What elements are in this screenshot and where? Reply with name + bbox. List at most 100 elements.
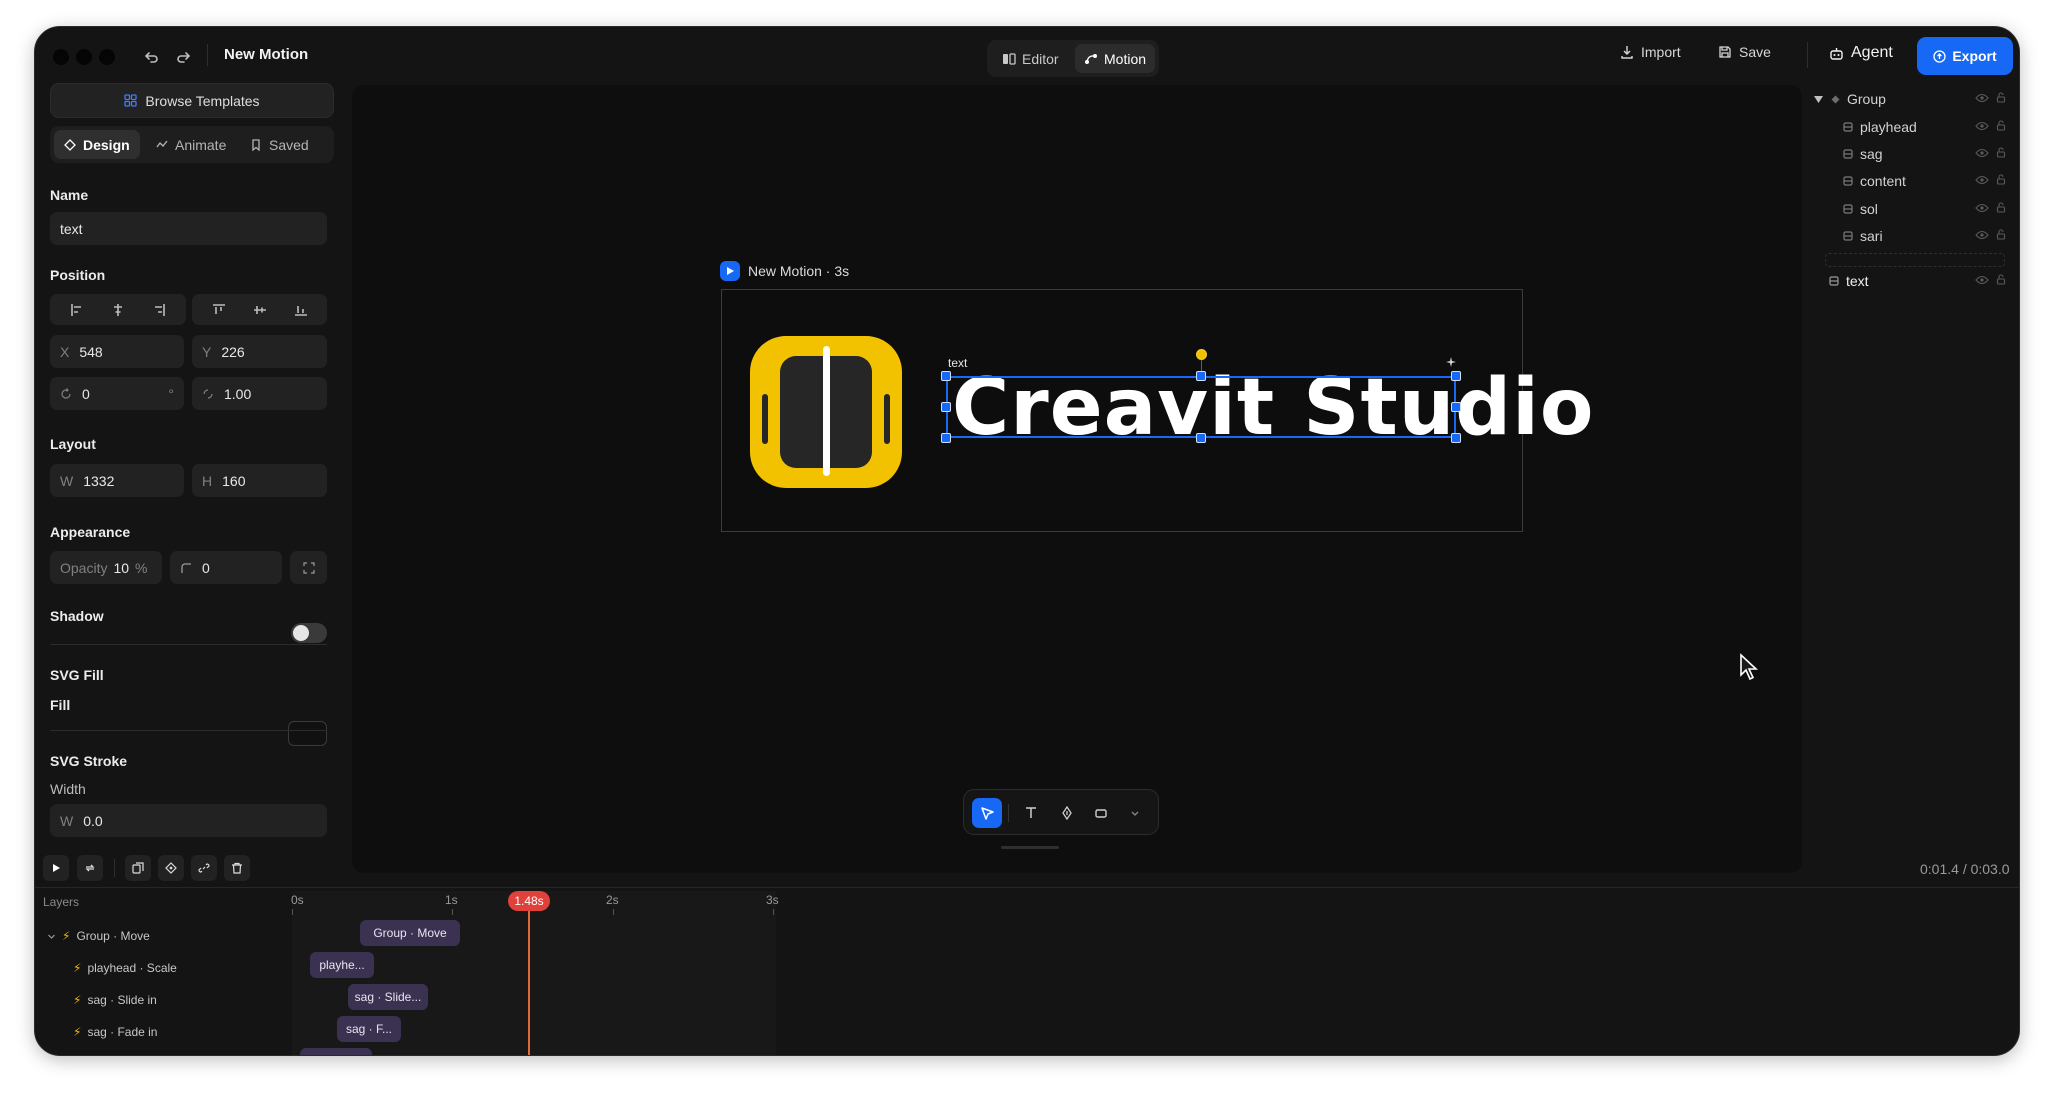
playhead-line[interactable] [528,911,530,1055]
timeline-clip[interactable]: sag · Slide... [348,984,428,1010]
resize-handle-b[interactable] [1196,433,1206,443]
resize-handle-tl[interactable] [941,371,951,381]
width-input[interactable]: W 1332 [50,464,184,497]
eye-icon[interactable] [1975,148,1989,158]
tab-saved[interactable]: Saved [240,130,319,159]
rotation-handle[interactable] [1196,349,1207,360]
browse-templates-button[interactable]: Browse Templates [50,83,334,118]
resize-handle-tr[interactable] [1451,371,1461,381]
layer-item-sol[interactable]: sol [1843,196,1878,222]
agent-button[interactable]: Agent [1829,44,1893,62]
stroke-width-input[interactable]: W 0.0 [50,804,327,837]
tab-design[interactable]: Design [54,130,140,159]
loop-button[interactable] [77,855,103,881]
text-tool[interactable] [1016,798,1046,828]
layer-item-playhead[interactable]: playhead [1843,114,1917,140]
shadow-section-title: Shadow [50,608,104,624]
lock-icon[interactable] [1996,92,2006,103]
shape-dropdown[interactable] [1120,798,1150,828]
height-input[interactable]: H 160 [192,464,327,497]
playhead-badge[interactable]: 1.48s [508,891,550,911]
scale-input[interactable]: 1.00 [192,377,327,410]
radius-value: 0 [202,559,210,576]
tab-editor[interactable]: Editor [993,44,1068,73]
align-middle-v-icon[interactable] [253,303,267,317]
export-button[interactable]: Export [1917,37,2013,75]
timeline-clip[interactable]: Group · Move [360,920,460,946]
loop-icon [84,862,96,874]
timeline-row-playhead-scale[interactable]: ⚡ playhead · Scale [73,961,177,975]
opacity-unit: % [135,559,148,576]
link-button[interactable] [191,855,217,881]
eye-icon[interactable] [1975,175,1989,185]
timeline-row-sag-fade[interactable]: ⚡ sag · Fade in [73,1025,157,1039]
resize-handle-bl[interactable] [941,433,951,443]
layer-item-sag[interactable]: sag [1843,141,1883,167]
opacity-input[interactable]: Opacity 10 % [50,551,162,584]
window-close-dot[interactable] [53,49,69,65]
timeline-row-sag-slide[interactable]: ⚡ sag · Slide in [73,993,157,1007]
tab-motion[interactable]: Motion [1075,44,1156,73]
timeline-clip[interactable]: sag · F... [337,1016,401,1042]
delete-button[interactable] [224,855,250,881]
resize-handle-r[interactable] [1451,402,1461,412]
redo-icon[interactable] [172,46,194,68]
import-button[interactable]: Import [1620,44,1681,60]
selection-box[interactable] [946,376,1456,438]
timeline-row-group-move[interactable]: ⚡ Group · Move [47,929,150,943]
select-tool[interactable] [972,798,1002,828]
eye-icon[interactable] [1975,230,1989,240]
eye-icon[interactable] [1975,275,1989,285]
divider [207,44,208,66]
lock-icon[interactable] [1996,120,2006,131]
window-maximize-dot[interactable] [99,49,115,65]
keyframe-button[interactable] [158,855,184,881]
pen-tool[interactable] [1052,798,1082,828]
lock-icon[interactable] [1996,202,2006,213]
layer-item-text[interactable]: text [1829,268,1869,294]
timeline-clip[interactable]: playhe... [310,952,374,978]
save-icon [1718,45,1732,59]
x-input[interactable]: X 548 [50,335,184,368]
rotation-input[interactable]: 0 ° [50,377,184,410]
align-top-icon[interactable] [212,303,226,317]
lock-icon[interactable] [1996,229,2006,240]
resize-handle-t[interactable] [1196,371,1206,381]
panel-resize-grabber[interactable] [1001,846,1059,849]
window-minimize-dot[interactable] [76,49,92,65]
layer-item-sari[interactable]: sari [1843,223,1883,249]
artboard[interactable]: text Creavit Studio [721,289,1593,532]
eye-icon[interactable] [1975,203,1989,213]
text-icon [1024,806,1038,820]
lock-icon[interactable] [1996,174,2006,185]
lock-icon[interactable] [1996,274,2006,285]
fill-color-swatch[interactable] [288,721,327,746]
align-right-icon[interactable] [152,303,166,317]
layer-item-group[interactable]: Group [1813,86,1886,112]
shadow-toggle[interactable] [291,623,327,643]
tab-animate[interactable]: Animate [146,130,236,159]
undo-icon[interactable] [141,46,163,68]
align-left-icon[interactable] [70,303,84,317]
y-input[interactable]: Y 226 [192,335,327,368]
save-button[interactable]: Save [1718,44,1771,60]
sparkle-icon[interactable] [1445,356,1457,368]
align-center-h-icon[interactable] [111,303,125,317]
expand-radius-button[interactable] [290,551,327,584]
resize-handle-br[interactable] [1451,433,1461,443]
artboard-label[interactable]: New Motion · 3s [720,261,849,281]
name-input[interactable]: text [50,212,327,245]
resize-handle-l[interactable] [941,402,951,412]
duplicate-button[interactable] [125,855,151,881]
timeline-clip-partial[interactable] [300,1048,372,1055]
eye-icon[interactable] [1975,93,1989,103]
tick-mark [292,909,293,915]
align-bottom-icon[interactable] [294,303,308,317]
corner-radius-input[interactable]: 0 [170,551,282,584]
logo-image[interactable] [750,336,902,488]
eye-icon[interactable] [1975,121,1989,131]
rectangle-tool[interactable] [1086,798,1116,828]
layer-item-content[interactable]: content [1843,168,1906,194]
play-button[interactable] [43,855,69,881]
lock-icon[interactable] [1996,147,2006,158]
